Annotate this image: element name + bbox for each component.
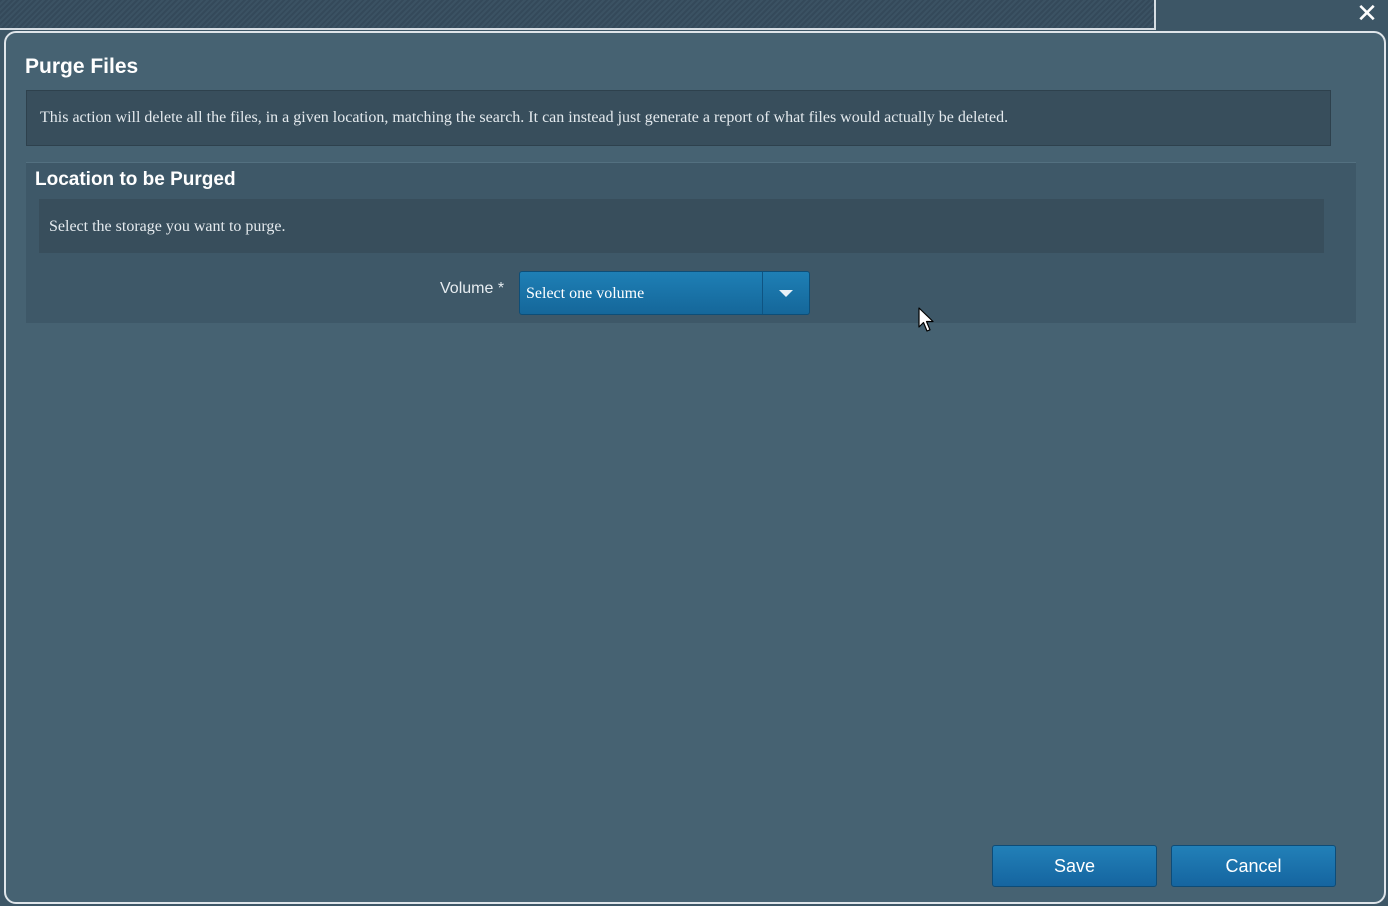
chevron-down-icon bbox=[779, 290, 793, 297]
save-button[interactable]: Save bbox=[992, 845, 1157, 887]
location-section-title: Location to be Purged bbox=[35, 169, 236, 190]
location-section-description-box: Select the storage you want to purge. bbox=[39, 199, 1324, 253]
volume-select-value: Select one volume bbox=[526, 285, 645, 302]
cancel-button[interactable]: Cancel bbox=[1171, 845, 1336, 887]
location-section: Location to be Purged Select the storage… bbox=[26, 162, 1356, 323]
dialog-description: This action will delete all the files, i… bbox=[40, 109, 1009, 126]
volume-select-toggle[interactable] bbox=[762, 272, 809, 314]
volume-select[interactable]: Select one volume bbox=[519, 271, 810, 315]
close-icon[interactable]: ✕ bbox=[1352, 0, 1382, 26]
dialog-title: Purge Files bbox=[25, 55, 139, 78]
location-section-description: Select the storage you want to purge. bbox=[49, 218, 286, 235]
background-window-strip bbox=[0, 0, 1156, 30]
mouse-cursor-icon bbox=[918, 307, 934, 332]
purge-files-dialog: Purge Files This action will delete all … bbox=[4, 31, 1386, 904]
dialog-description-box: This action will delete all the files, i… bbox=[26, 90, 1331, 146]
volume-label: Volume * bbox=[440, 280, 505, 297]
